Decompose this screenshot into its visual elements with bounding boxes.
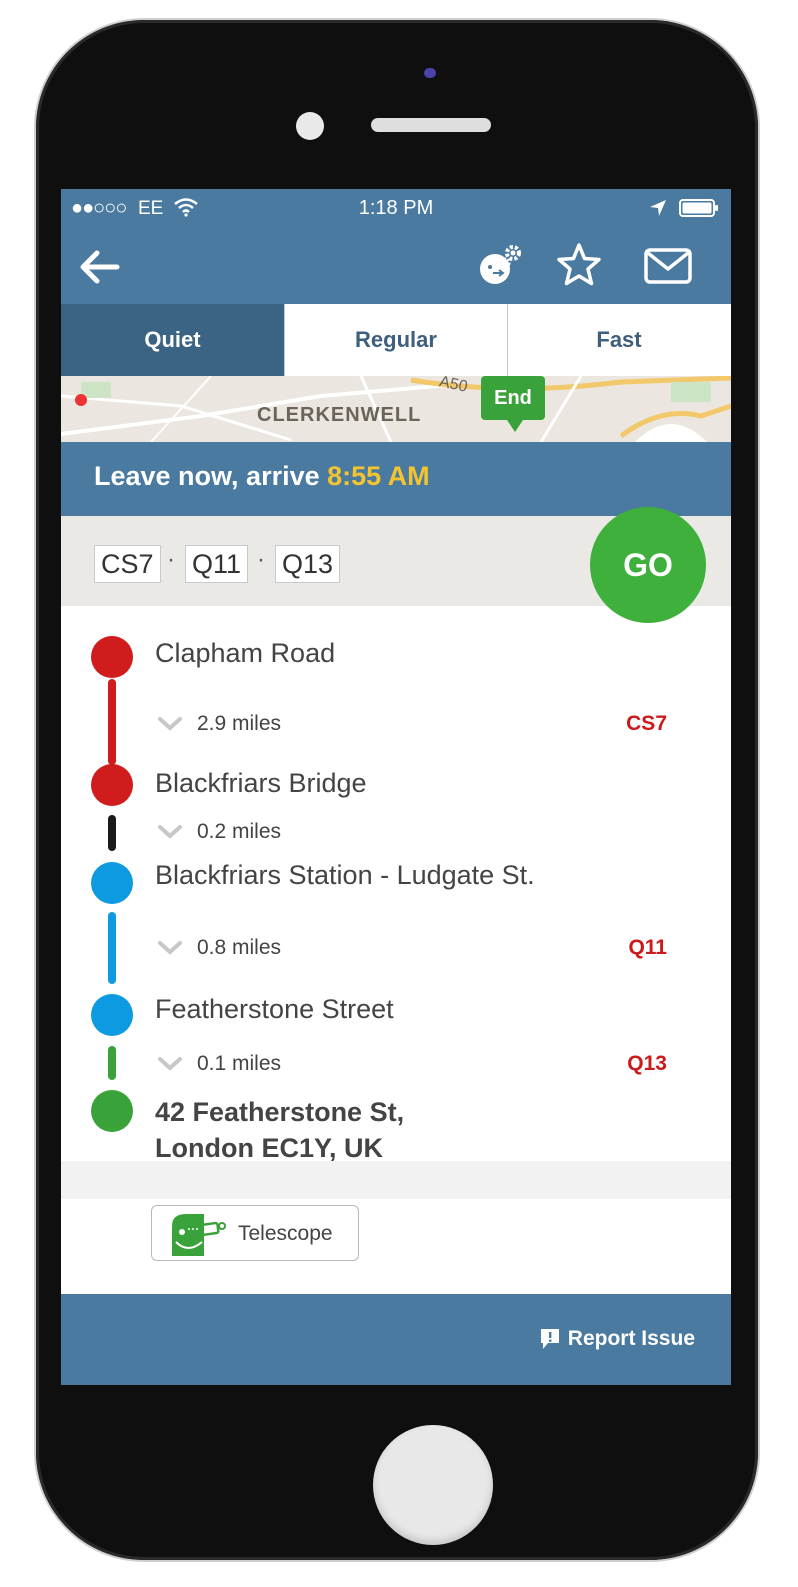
- destination-marker: [91, 1090, 133, 1132]
- arrival-text: Leave now, arrive 8:55 AM: [94, 461, 430, 492]
- route-separator: ·: [167, 546, 175, 573]
- leg-line-q13: [108, 1046, 116, 1080]
- stop-name: Clapham Road: [155, 638, 336, 668]
- arrival-banner: Leave now, arrive 8:55 AM: [61, 442, 731, 516]
- tab-regular[interactable]: Regular: [284, 304, 507, 376]
- star-icon[interactable]: [555, 241, 603, 289]
- stop-marker: [91, 862, 133, 904]
- leg-route-label: Q13: [627, 1052, 667, 1075]
- route-chip-q13: Q13: [275, 545, 341, 583]
- chevron-down-icon[interactable]: [157, 824, 183, 840]
- location-arrow-icon: [650, 200, 666, 216]
- home-button[interactable]: [373, 1425, 493, 1545]
- stop-marker: [91, 994, 133, 1036]
- stop-marker: [91, 764, 133, 806]
- earpiece-speaker: [371, 118, 491, 132]
- destination-line-1: 42 Featherstone St,: [155, 1097, 405, 1127]
- chevron-down-icon[interactable]: [157, 940, 183, 956]
- end-marker-pointer: [507, 420, 523, 432]
- leg-distance: 2.9 miles: [197, 712, 282, 735]
- stop-name: Featherstone Street: [155, 994, 394, 1024]
- chevron-down-icon[interactable]: [157, 1056, 183, 1072]
- leg-distance: 0.1 miles: [197, 1052, 282, 1075]
- map-area-label: CLERKENWELL: [257, 404, 422, 426]
- leg-distance: 0.2 miles: [197, 820, 282, 843]
- back-arrow-icon[interactable]: [77, 247, 121, 287]
- route-separator: ·: [257, 546, 265, 573]
- end-marker[interactable]: End: [481, 376, 545, 420]
- leg-route-label: Q11: [628, 936, 667, 959]
- status-bar: ●●○○○ EE 1:18 PM: [61, 189, 731, 229]
- proximity-sensor: [296, 112, 324, 140]
- front-camera: [424, 68, 436, 78]
- report-icon: [540, 1329, 559, 1349]
- journey-timeline: Clapham Road 2.9 miles CS7 Blackfriars B…: [61, 606, 731, 1206]
- route-map[interactable]: A50 CLERKENWELL End: [61, 376, 731, 442]
- leg-line-cs7: [108, 679, 116, 765]
- leg-distance: 0.8 miles: [197, 936, 282, 959]
- footer-bar: Report Issue: [61, 1294, 731, 1385]
- app-header: [61, 229, 731, 304]
- telescope-icon: [172, 1214, 226, 1256]
- status-time: 1:18 PM: [358, 197, 434, 219]
- divider-band: [61, 1161, 731, 1199]
- leg-route-label: CS7: [626, 712, 667, 735]
- chevron-down-icon[interactable]: [157, 716, 183, 732]
- stop-marker: [91, 636, 133, 678]
- leave-now-label: Leave now, arrive: [94, 461, 328, 491]
- app-screen: ●●○○○ EE 1:18 PM Quiet Regular Fast A50 …: [61, 189, 731, 1385]
- report-issue-button[interactable]: Report Issue: [540, 1327, 695, 1351]
- route-chip-q11: Q11: [185, 545, 249, 583]
- stop-name: Blackfriars Bridge: [155, 768, 367, 798]
- telescope-label: Telescope: [238, 1222, 333, 1245]
- route-type-tabs: Quiet Regular Fast: [61, 304, 731, 376]
- tab-quiet[interactable]: Quiet: [61, 304, 284, 376]
- telescope-button[interactable]: Telescope: [151, 1205, 359, 1261]
- route-preferences-icon[interactable]: [475, 243, 525, 289]
- destination-address: 42 Featherstone St, London EC1Y, UK: [155, 1094, 404, 1166]
- stop-name: Blackfriars Station - Ludgate St.: [155, 860, 535, 890]
- battery-icon: [679, 199, 718, 217]
- arrival-time: 8:55 AM: [327, 461, 430, 491]
- route-chip-cs7: CS7: [94, 545, 161, 583]
- report-issue-label: Report Issue: [567, 1327, 695, 1350]
- tab-fast[interactable]: Fast: [507, 304, 730, 376]
- leg-line-walk: [108, 815, 116, 851]
- leg-line-q11: [108, 912, 116, 984]
- mail-icon[interactable]: [643, 245, 693, 287]
